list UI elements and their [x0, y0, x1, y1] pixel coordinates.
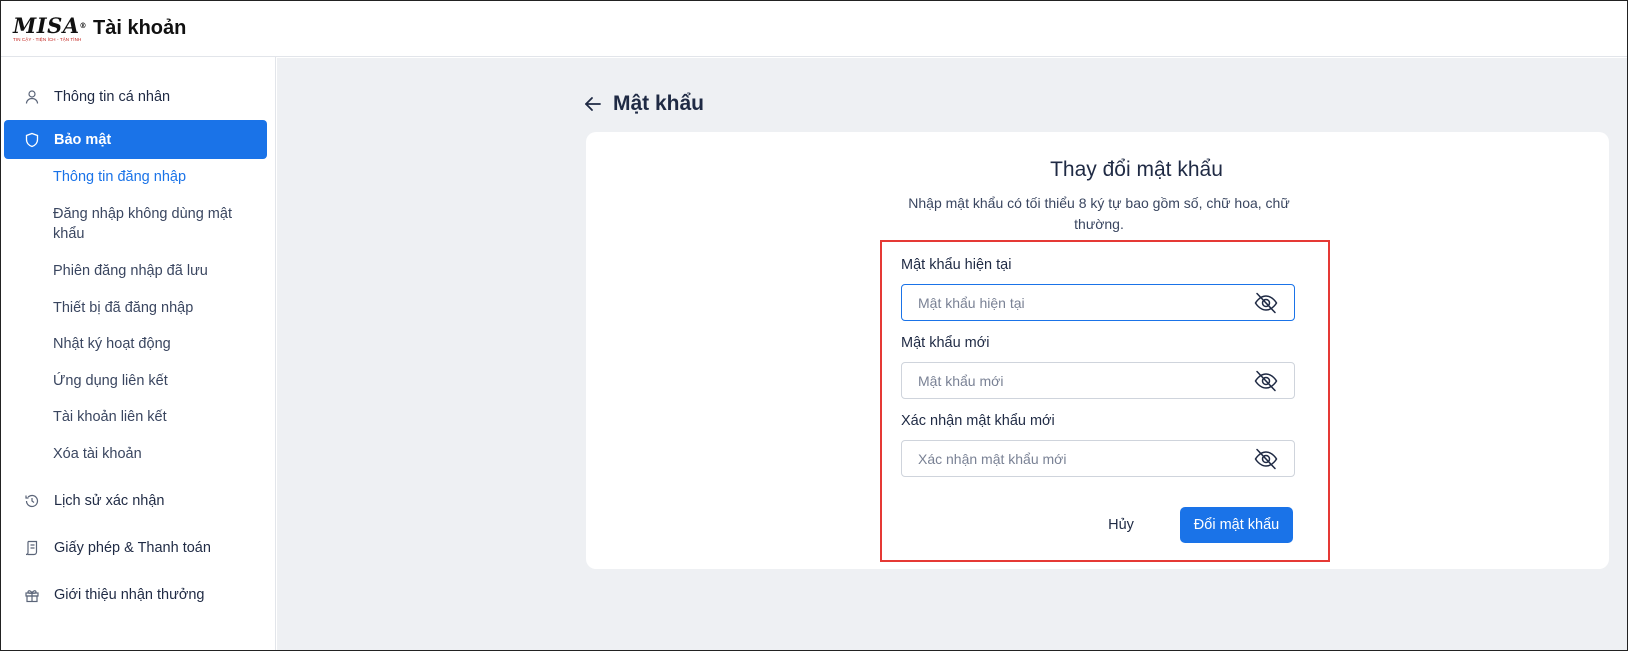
- page-header: Mật khẩu: [583, 92, 704, 116]
- sidebar-item-label: Giấy phép & Thanh toán: [54, 539, 211, 556]
- sidebar: Thông tin cá nhân Bảo mật Thông tin đăng…: [1, 57, 276, 650]
- top-header: MISA® TIN CẬY - TIỆN ÍCH - TẬN TÌNH Tài …: [1, 1, 1627, 57]
- password-form: Mật khẩu hiện tại Mật khẩu mới Xác nhận …: [880, 240, 1330, 562]
- sidebar-subitem-login-info[interactable]: Thông tin đăng nhập: [53, 167, 253, 187]
- sidebar-subitem-saved-sessions[interactable]: Phiên đăng nhập đã lưu: [53, 261, 253, 281]
- sidebar-item-verification-history[interactable]: Lịch sử xác nhận: [4, 481, 267, 520]
- back-arrow-icon[interactable]: [583, 94, 603, 114]
- sidebar-item-license-payment[interactable]: Giấy phép & Thanh toán: [4, 528, 267, 567]
- logo-tagline: TIN CẬY - TIỆN ÍCH - TẬN TÌNH: [13, 36, 82, 42]
- eye-off-icon[interactable]: [1254, 292, 1278, 314]
- new-password-field[interactable]: [901, 362, 1295, 399]
- sidebar-item-label: Bảo mật: [54, 131, 112, 148]
- sidebar-subitem-delete-account[interactable]: Xóa tài khoản: [53, 444, 253, 464]
- logo-registered-mark: ®: [79, 20, 88, 30]
- sidebar-subitem-linked-apps[interactable]: Ứng dụng liên kết: [53, 371, 253, 391]
- sidebar-item-security[interactable]: Bảo mật: [4, 120, 267, 159]
- confirm-password-input[interactable]: [918, 450, 1218, 467]
- sidebar-item-referral-rewards[interactable]: Giới thiệu nhận thưởng: [4, 575, 267, 614]
- receipt-icon: [24, 540, 40, 556]
- app-window: MISA® TIN CẬY - TIỆN ÍCH - TẬN TÌNH Tài …: [0, 0, 1628, 651]
- shield-icon: [24, 132, 40, 148]
- current-password-field[interactable]: [901, 284, 1295, 321]
- gift-icon: [24, 587, 40, 603]
- sidebar-item-personal-info[interactable]: Thông tin cá nhân: [4, 77, 267, 116]
- eye-off-icon[interactable]: [1254, 448, 1278, 470]
- app-title: Tài khoản: [93, 17, 187, 39]
- confirm-password-label: Xác nhận mật khẩu mới: [901, 413, 1055, 429]
- new-password-input[interactable]: [918, 372, 1218, 389]
- confirm-password-field[interactable]: [901, 440, 1295, 477]
- sidebar-subitem-linked-accounts[interactable]: Tài khoản liên kết: [53, 407, 253, 427]
- cancel-button[interactable]: Hủy: [1091, 508, 1151, 542]
- user-icon: [24, 89, 40, 105]
- sidebar-item-label: Giới thiệu nhận thưởng: [54, 586, 205, 603]
- page-title: Mật khẩu: [613, 92, 705, 115]
- eye-off-icon[interactable]: [1254, 370, 1278, 392]
- sidebar-subitem-logged-in-devices[interactable]: Thiết bị đã đăng nhập: [53, 298, 253, 318]
- sidebar-item-label: Thông tin cá nhân: [54, 88, 171, 105]
- logo-text: MISA: [13, 12, 80, 38]
- card-subtitle: Nhập mật khẩu có tối thiểu 8 ký tự bao g…: [908, 195, 1290, 232]
- current-password-input[interactable]: [918, 294, 1218, 311]
- change-password-button[interactable]: Đổi mật khẩu: [1180, 507, 1293, 543]
- new-password-label: Mật khẩu mới: [901, 335, 990, 351]
- main-content: Mật khẩu Thay đổi mật khẩu Nhập mật khẩu…: [277, 58, 1627, 650]
- sidebar-item-label: Lịch sử xác nhận: [54, 492, 165, 509]
- card-title: Thay đổi mật khẩu: [1050, 158, 1223, 181]
- history-icon: [24, 493, 40, 509]
- change-password-card: Thay đổi mật khẩu Nhập mật khẩu có tối t…: [586, 132, 1609, 569]
- current-password-label: Mật khẩu hiện tại: [901, 257, 1012, 273]
- sidebar-subitem-activity-log[interactable]: Nhật ký hoạt động: [53, 334, 253, 354]
- sidebar-subitem-passwordless-login[interactable]: Đăng nhập không dùng mật khẩu: [53, 204, 253, 244]
- misa-logo[interactable]: MISA® TIN CẬY - TIỆN ÍCH - TẬN TÌNH: [13, 12, 87, 42]
